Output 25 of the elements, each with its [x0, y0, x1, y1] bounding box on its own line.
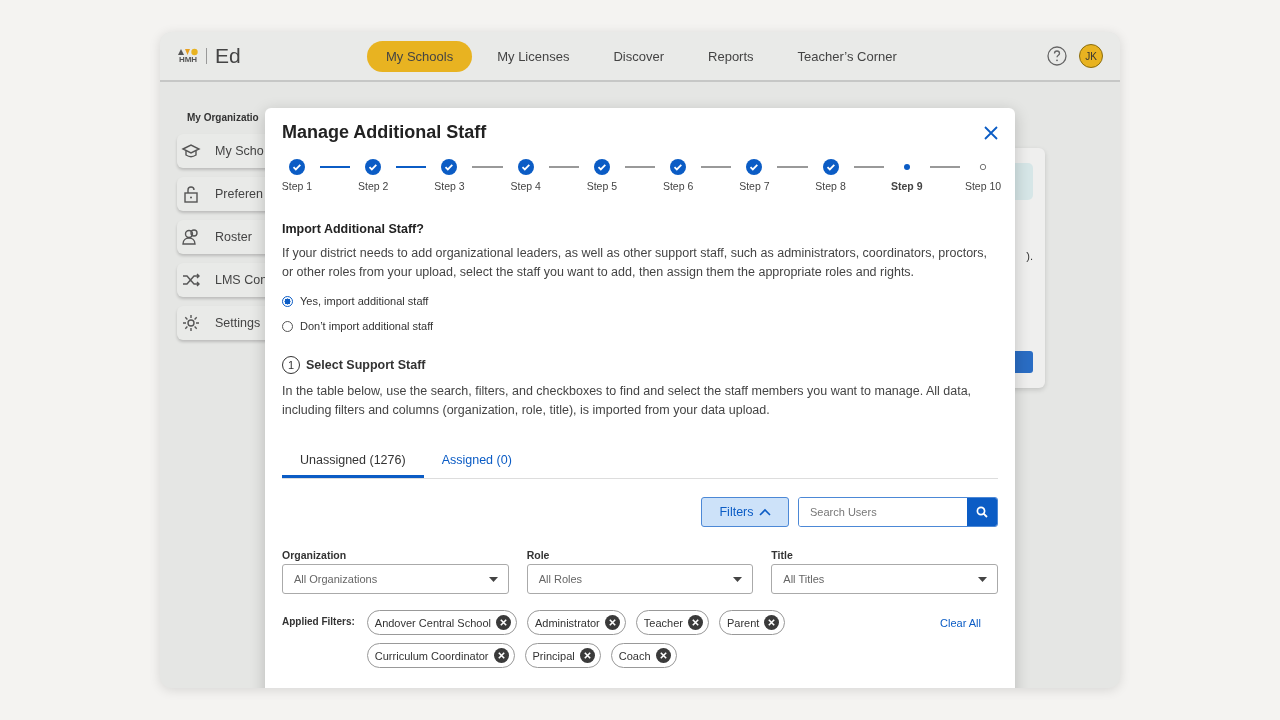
radio-label: Don’t import additional staff: [300, 320, 434, 332]
section-heading: Select Support Staff: [306, 358, 426, 372]
field-label: Title: [771, 549, 794, 561]
step-label: Step 7: [739, 180, 770, 192]
step-label: Step 4: [510, 180, 541, 192]
applied-filters-label: Applied Filters:: [282, 616, 355, 627]
step-label: Step 5: [586, 180, 618, 192]
radio-label: Yes, import additional staff: [300, 295, 429, 307]
field-label: Role: [526, 549, 551, 561]
product-name: Ed: [215, 44, 241, 68]
step-label: Step 3: [434, 180, 465, 192]
logo: HMH: [177, 48, 207, 64]
step-label: Step 10: [964, 180, 1002, 192]
section-description: In the table below, use the search, filters, and checkboxes to find and select the staff members you want to manage. All data, including filters and columns (organization, role, title), is imported from your data upload.: [282, 383, 973, 419]
question-heading: Import Additional Staff?: [282, 222, 425, 236]
step-label: Step 2: [358, 180, 389, 192]
card-text: ).: [1026, 250, 1033, 262]
step-label: Step 8: [815, 180, 846, 192]
sidebar-heading: My Organizatio: [186, 112, 260, 123]
field-label: Organization: [282, 549, 348, 561]
step-label: Step 6: [662, 180, 694, 192]
step-label: Step 9: [891, 180, 923, 192]
step-label: Step 1: [281, 180, 313, 192]
description: If your district needs to add organizational leaders, as well as other support staff, such as administrators, coordinators, proctors, or other roles from your upload, select the staff you want to add, then assign them the appropriate roles and rights.: [282, 245, 988, 281]
dialog-title: Manage Additional Staff: [282, 122, 487, 143]
